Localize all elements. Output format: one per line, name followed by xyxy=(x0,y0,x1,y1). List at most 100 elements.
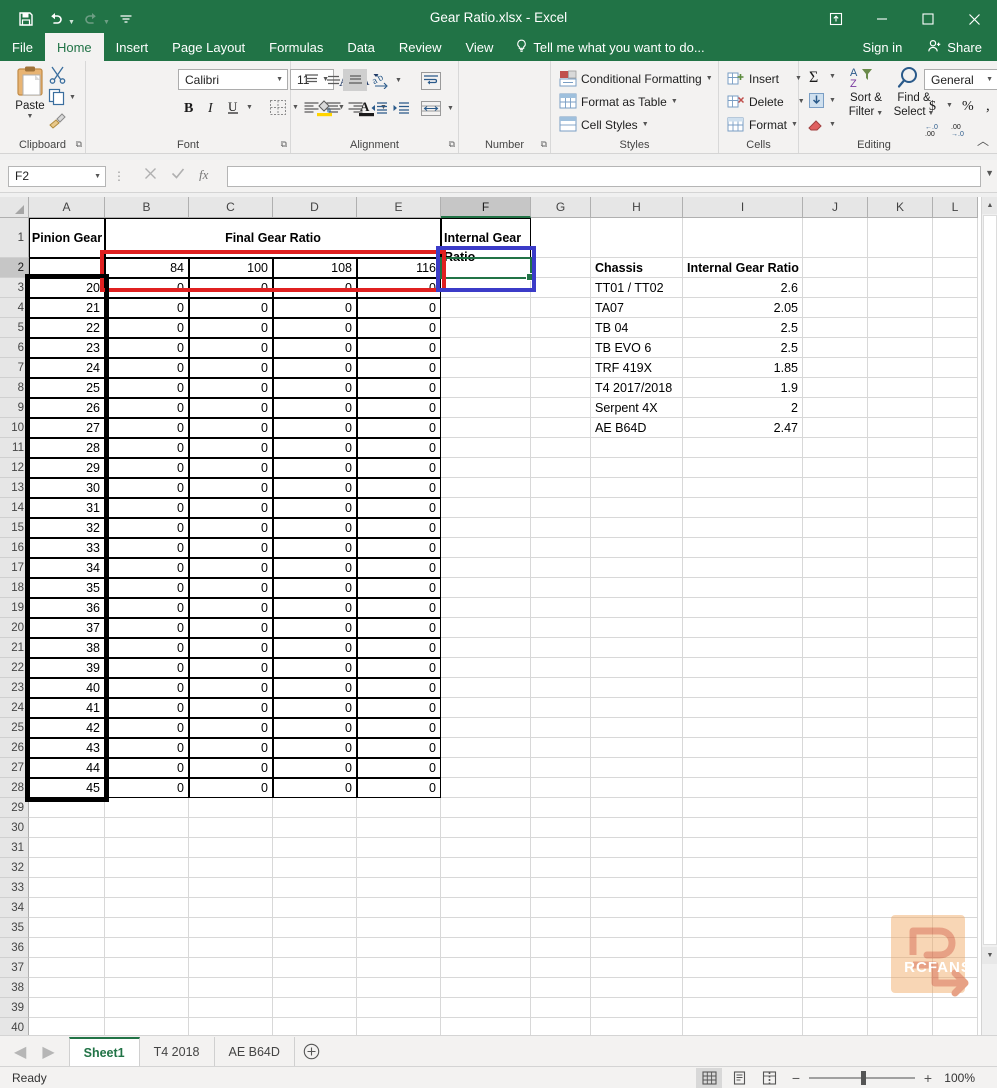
cell-C35[interactable] xyxy=(189,918,273,938)
row-header-31[interactable]: 31 xyxy=(0,838,29,858)
cell-L30[interactable] xyxy=(933,818,978,838)
cell-B35[interactable] xyxy=(105,918,189,938)
cell-A12-pinion[interactable]: 29 xyxy=(29,458,105,478)
sort-chevron-down-icon[interactable]: ▼ xyxy=(874,110,883,117)
cell-E14-ratio[interactable]: 0 xyxy=(357,498,441,518)
row-header-14[interactable]: 14 xyxy=(0,498,29,518)
cell-E32[interactable] xyxy=(357,858,441,878)
cell-L39[interactable] xyxy=(933,998,978,1018)
zoom-slider-thumb[interactable] xyxy=(861,1071,866,1085)
cell-E10-ratio[interactable]: 0 xyxy=(357,418,441,438)
cell-I9-ratio[interactable]: 2 xyxy=(683,398,803,418)
find-and-select-button[interactable] xyxy=(895,64,927,92)
cell-H20[interactable] xyxy=(591,618,683,638)
column-header-i[interactable]: I xyxy=(683,197,803,218)
italic-button[interactable]: I xyxy=(200,96,222,118)
row-header-4[interactable]: 4 xyxy=(0,298,29,318)
tell-me-box[interactable]: Tell me what you want to do... xyxy=(505,33,714,61)
active-cell-selection[interactable] xyxy=(440,257,534,281)
cell-K20[interactable] xyxy=(868,618,933,638)
cell-L26[interactable] xyxy=(933,738,978,758)
cell-G29[interactable] xyxy=(531,798,591,818)
cell-D21-ratio[interactable]: 0 xyxy=(273,638,357,658)
cell-H21[interactable] xyxy=(591,638,683,658)
cell-G35[interactable] xyxy=(531,918,591,938)
cell-D40[interactable] xyxy=(273,1018,357,1035)
cell-K28[interactable] xyxy=(868,778,933,798)
cell-E13-ratio[interactable]: 0 xyxy=(357,478,441,498)
cell-G1[interactable] xyxy=(531,218,591,258)
cell-B13-ratio[interactable]: 0 xyxy=(105,478,189,498)
cell-D22-ratio[interactable]: 0 xyxy=(273,658,357,678)
row-header-39[interactable]: 39 xyxy=(0,998,29,1018)
cell-G25[interactable] xyxy=(531,718,591,738)
cell-G13[interactable] xyxy=(531,478,591,498)
align-middle-button[interactable] xyxy=(321,69,345,91)
cell-E29[interactable] xyxy=(357,798,441,818)
cell-L19[interactable] xyxy=(933,598,978,618)
format-cells-button[interactable]: Format ▼ xyxy=(727,116,798,133)
cell-H10-chassis[interactable]: AE B64D xyxy=(591,418,683,438)
name-box-chevron-down-icon[interactable]: ▼ xyxy=(94,173,101,180)
cell-G36[interactable] xyxy=(531,938,591,958)
cell-C26-ratio[interactable]: 0 xyxy=(189,738,273,758)
cell-G28[interactable] xyxy=(531,778,591,798)
cell-D12-ratio[interactable]: 0 xyxy=(273,458,357,478)
cell-A33[interactable] xyxy=(29,878,105,898)
cell-E12-ratio[interactable]: 0 xyxy=(357,458,441,478)
cell-A27-pinion[interactable]: 44 xyxy=(29,758,105,778)
cell-C19-ratio[interactable]: 0 xyxy=(189,598,273,618)
cell-J34[interactable] xyxy=(803,898,868,918)
cell-E30[interactable] xyxy=(357,818,441,838)
cell-B33[interactable] xyxy=(105,878,189,898)
cell-B28-ratio[interactable]: 0 xyxy=(105,778,189,798)
cell-D27-ratio[interactable]: 0 xyxy=(273,758,357,778)
cell-G9[interactable] xyxy=(531,398,591,418)
cell-L21[interactable] xyxy=(933,638,978,658)
cell-A14-pinion[interactable]: 31 xyxy=(29,498,105,518)
paste-button[interactable]: Paste ▼ xyxy=(8,65,52,120)
cell-D15-ratio[interactable]: 0 xyxy=(273,518,357,538)
cell-K17[interactable] xyxy=(868,558,933,578)
alignment-dialog-launcher[interactable]: ⧉ xyxy=(449,139,455,150)
cell-I17[interactable] xyxy=(683,558,803,578)
cell-L8[interactable] xyxy=(933,378,978,398)
cell-C7-ratio[interactable]: 0 xyxy=(189,358,273,378)
cell-B19-ratio[interactable]: 0 xyxy=(105,598,189,618)
format-as-table-button[interactable]: Format as Table ▼ xyxy=(559,93,678,110)
column-header-b[interactable]: B xyxy=(105,197,189,218)
format-chevron-down-icon[interactable]: ▼ xyxy=(791,121,798,128)
cell-G14[interactable] xyxy=(531,498,591,518)
cell-G26[interactable] xyxy=(531,738,591,758)
cell-F31[interactable] xyxy=(441,838,531,858)
align-left-button[interactable] xyxy=(299,97,323,119)
conditional-formatting-chevron-down-icon[interactable]: ▼ xyxy=(706,75,713,82)
cell-C24-ratio[interactable]: 0 xyxy=(189,698,273,718)
cell-B23-ratio[interactable]: 0 xyxy=(105,678,189,698)
cell-B8-ratio[interactable]: 0 xyxy=(105,378,189,398)
cell-G27[interactable] xyxy=(531,758,591,778)
cell-J39[interactable] xyxy=(803,998,868,1018)
cell-J1[interactable] xyxy=(803,218,868,258)
cell-G8[interactable] xyxy=(531,378,591,398)
cell-G17[interactable] xyxy=(531,558,591,578)
cell-B27-ratio[interactable]: 0 xyxy=(105,758,189,778)
cell-B25-ratio[interactable]: 0 xyxy=(105,718,189,738)
cell-B34[interactable] xyxy=(105,898,189,918)
row-header-8[interactable]: 8 xyxy=(0,378,29,398)
cell-A4-pinion[interactable]: 21 xyxy=(29,298,105,318)
cell-C40[interactable] xyxy=(189,1018,273,1035)
cell-I40[interactable] xyxy=(683,1018,803,1035)
cell-B17-ratio[interactable]: 0 xyxy=(105,558,189,578)
row-header-24[interactable]: 24 xyxy=(0,698,29,718)
cell-J23[interactable] xyxy=(803,678,868,698)
cell-J33[interactable] xyxy=(803,878,868,898)
cell-H34[interactable] xyxy=(591,898,683,918)
column-header-l[interactable]: L xyxy=(933,197,978,218)
cell-F3[interactable] xyxy=(441,278,531,298)
cell-H17[interactable] xyxy=(591,558,683,578)
cell-J40[interactable] xyxy=(803,1018,868,1035)
cell-I13[interactable] xyxy=(683,478,803,498)
cell-I23[interactable] xyxy=(683,678,803,698)
wrap-text-button[interactable] xyxy=(417,69,445,93)
